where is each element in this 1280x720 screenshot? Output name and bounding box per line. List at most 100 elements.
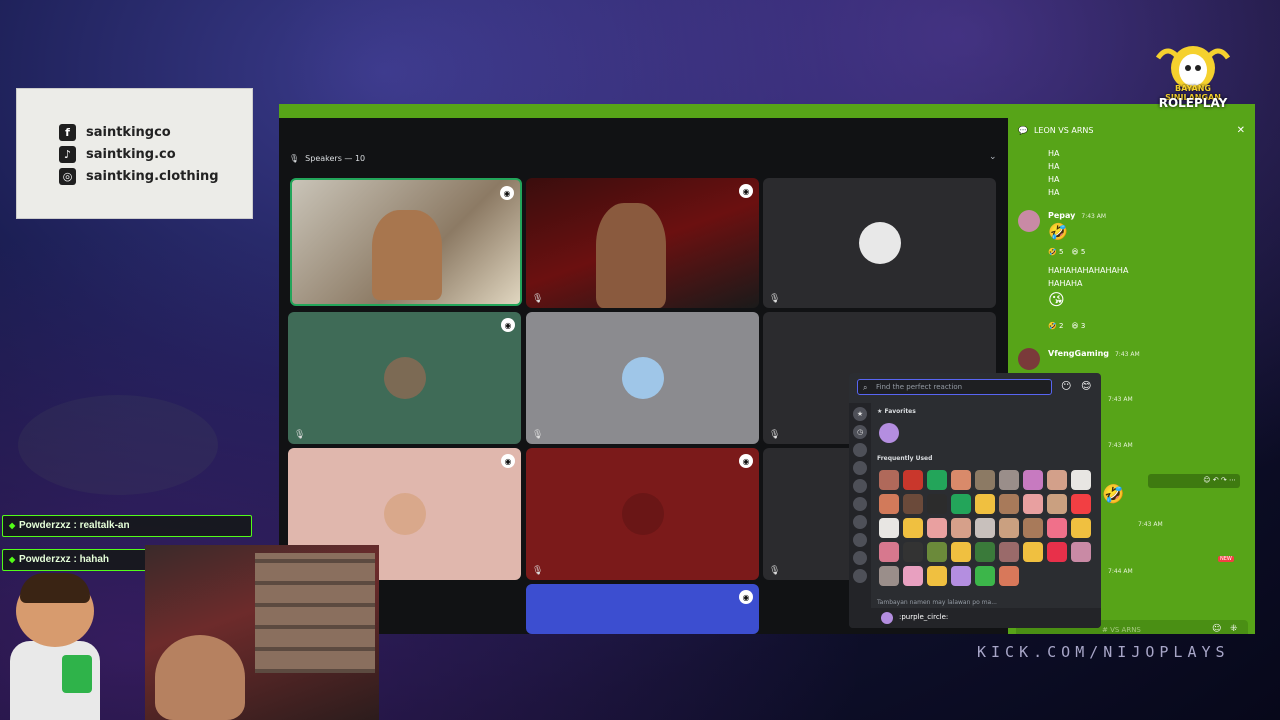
emoji-search-input[interactable]: Find the perfect reaction [857, 379, 1052, 395]
watch-stream-icon[interactable]: ◉ [739, 590, 753, 604]
emoji-button[interactable] [951, 542, 971, 562]
emoji-button[interactable] [951, 470, 971, 490]
watch-stream-icon[interactable]: ◉ [501, 318, 515, 332]
emoji-button[interactable] [975, 494, 995, 514]
logo-subtitle: ROLEPLAY [1158, 96, 1228, 110]
sticker-icon[interactable]: 😶 [1061, 381, 1071, 392]
server-icon[interactable] [853, 569, 867, 583]
emoji-button[interactable] [903, 470, 923, 490]
server-icon[interactable] [853, 461, 867, 475]
emoji-button[interactable] [903, 542, 923, 562]
server-icon[interactable] [853, 533, 867, 547]
participant-tile[interactable]: 🎙 [526, 312, 759, 444]
close-icon[interactable]: ✕ [1237, 125, 1245, 136]
sticker: 😘 [1048, 290, 1065, 309]
emoji-button[interactable] [975, 470, 995, 490]
emoji-button[interactable] [1047, 542, 1067, 562]
emoji-button[interactable] [1023, 470, 1043, 490]
emoji-button[interactable] [927, 494, 947, 514]
emoji-button[interactable] [975, 566, 995, 586]
server-icon[interactable] [853, 443, 867, 457]
purple-circle-emoji[interactable] [879, 423, 899, 443]
participant-tile[interactable]: ◉ [290, 178, 522, 306]
emoji-button[interactable] [879, 470, 899, 490]
watch-stream-icon[interactable]: ◉ [500, 186, 514, 200]
emoji-button[interactable] [999, 470, 1019, 490]
emoji-button[interactable] [1047, 494, 1067, 514]
watch-stream-icon[interactable]: ◉ [739, 184, 753, 198]
favorites-icon[interactable]: ★ [853, 407, 867, 421]
emoji-button[interactable] [879, 566, 899, 586]
avatar[interactable] [1018, 348, 1040, 370]
emoji-button[interactable] [879, 518, 899, 538]
emoji-button[interactable] [927, 566, 947, 586]
streamer-webcam [145, 545, 379, 720]
message-author[interactable]: VfengGaming 7:43 AM [1048, 349, 1140, 358]
watch-stream-icon[interactable]: ◉ [739, 454, 753, 468]
message-author[interactable]: Pepay 7:43 AM [1048, 211, 1106, 220]
server-icon[interactable] [853, 515, 867, 529]
emoji-button[interactable] [975, 542, 995, 562]
emoji-button[interactable] [951, 494, 971, 514]
emoji-button[interactable] [999, 542, 1019, 562]
new-messages-badge: NEW [1218, 556, 1234, 562]
emoji-button[interactable] [951, 566, 971, 586]
mascot-hair [20, 573, 90, 603]
emoji-button[interactable] [999, 518, 1019, 538]
emoji-button[interactable] [903, 566, 923, 586]
emoji-button[interactable] [1023, 518, 1043, 538]
emoji-button[interactable] [1023, 542, 1043, 562]
chevron-down-icon[interactable]: ⌄ [989, 152, 997, 162]
server-icon[interactable] [853, 479, 867, 493]
participant-tile[interactable]: 🎙 [763, 178, 996, 308]
frequently-used-heading[interactable]: Frequently Used [877, 455, 932, 462]
watch-stream-icon[interactable]: ◉ [501, 454, 515, 468]
emoji-button[interactable] [1071, 542, 1091, 562]
favorites-heading[interactable]: ★ Favorites [877, 408, 916, 415]
message-text: HA [1048, 162, 1060, 171]
emoji-button[interactable] [927, 470, 947, 490]
emoji-grid [877, 468, 1097, 588]
emoji-button[interactable] [879, 494, 899, 514]
emoji-button[interactable] [1071, 470, 1091, 490]
emoji-button[interactable] [1047, 470, 1067, 490]
message-text: HA [1048, 188, 1060, 197]
participant-tile[interactable]: ◉ 🎙 [526, 448, 759, 580]
emoji-button[interactable] [927, 518, 947, 538]
watermark-logo [18, 395, 218, 495]
reactions[interactable]: 🤣 5 😆 5 [1048, 248, 1085, 256]
emoji-button[interactable] [999, 566, 1019, 586]
emoji-button[interactable] [903, 518, 923, 538]
emoji-button[interactable] [1071, 494, 1091, 514]
recent-icon[interactable]: ◷ [853, 425, 867, 439]
emoji-button[interactable] [927, 542, 947, 562]
chat-title: LEON VS ARNS [1033, 126, 1094, 135]
timestamp: 7:43 AM [1108, 396, 1133, 403]
emoji-button[interactable] [1023, 494, 1043, 514]
reactions[interactable]: 🤣 2 😆 3 [1048, 322, 1085, 330]
muted-mic-icon: 🎙 [769, 294, 781, 304]
server-icon[interactable] [853, 497, 867, 511]
emoji-icon[interactable]: ☺ [1212, 624, 1221, 634]
participant-tile[interactable]: ◉ 🎙 [288, 312, 521, 444]
server-icon[interactable] [853, 551, 867, 565]
emoji-icon[interactable]: 😊 [1081, 381, 1091, 392]
emoji-button[interactable] [1047, 518, 1067, 538]
social-handle: saintking.clothing [86, 168, 219, 184]
stream-chat-line: ◆ Powderzxz : realtalk-an [2, 515, 252, 537]
apps-icon[interactable]: ⁜ [1230, 624, 1238, 634]
emoji-button[interactable] [975, 518, 995, 538]
message-toolbar[interactable]: ☺ ↶ ↷ ⋯ [1148, 474, 1240, 488]
search-icon: ⌕ [863, 383, 868, 392]
emoji-button[interactable] [879, 542, 899, 562]
emoji-button[interactable] [903, 494, 923, 514]
emoji-button[interactable] [1071, 518, 1091, 538]
avatar[interactable] [1018, 210, 1040, 232]
participant-tile[interactable]: 🎙 [763, 448, 863, 580]
emoji-button[interactable] [951, 518, 971, 538]
participant-tile[interactable]: ◉ [526, 584, 759, 634]
emoji-button[interactable] [999, 494, 1019, 514]
avatar [383, 357, 426, 399]
participant-tile[interactable]: ◉ 🎙 [526, 178, 759, 308]
social-row-tiktok: ♪ saintking.co [59, 143, 252, 165]
